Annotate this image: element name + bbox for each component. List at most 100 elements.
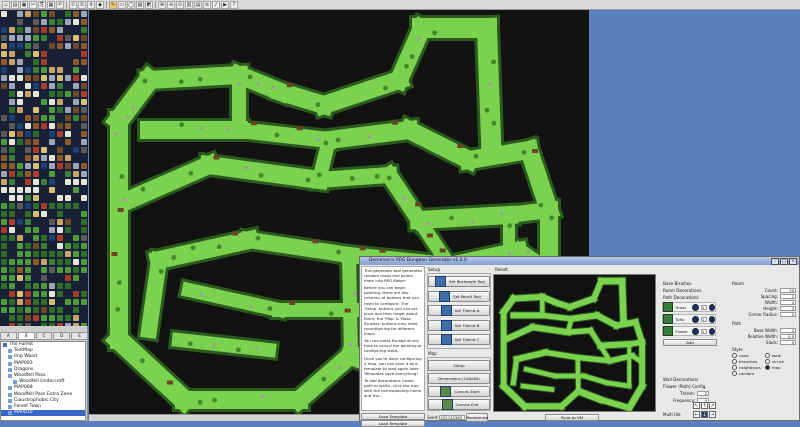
setup-button[interactable]: Set Pencil Tool [428,290,490,302]
style-option[interactable]: neighbours [732,365,761,370]
fill-icon[interactable]: ▧ [136,0,144,9]
copy-icon[interactable]: ⎘ [38,0,46,9]
tile [17,59,23,65]
path-field-input[interactable]: 0 [780,339,796,345]
tile [9,283,15,289]
radio-button[interactable] [765,365,770,370]
setup-button[interactable]: Set Tilemit C [428,334,490,346]
decoration-row[interactable]: Tufts 1 [662,314,716,324]
thresh-input[interactable]: 0 [697,390,709,396]
point-to-vm-button[interactable]: Point to VM [545,414,599,421]
decoration-count[interactable]: 1 [700,304,707,310]
layer3-icon[interactable]: ③ [87,0,95,9]
decoration-remove-icon[interactable] [708,303,715,311]
style-option[interactable]: walk [765,353,781,358]
radio-button[interactable] [732,365,737,370]
load-template-button[interactable]: Load Template [361,420,425,427]
arrow-right-icon[interactable]: → [709,411,716,418]
tileset-palette[interactable] [0,10,88,326]
resource-icon[interactable]: ▤ [194,0,202,9]
undo-icon[interactable]: ↶ [56,0,64,9]
decoration-count[interactable]: 1 [700,316,707,322]
bush [323,140,329,146]
script-icon[interactable]: ≡ [203,0,211,9]
layer1-icon[interactable]: ① [69,0,77,9]
radio-button[interactable] [732,359,737,364]
decoration-settings-icon[interactable] [692,327,699,335]
map-tree[interactable]: The Forest TestMap Imp Wood MAP003 Dragons Wo… [0,341,86,421]
palette-tab-a[interactable]: A [0,332,17,340]
arrow-up-left-icon[interactable]: ↖ [693,402,700,409]
close-icon[interactable]: × [789,258,797,265]
save-icon[interactable]: ▣ [20,0,28,9]
map-tree-item[interactable]: MAP010 [1,410,85,417]
setup-button[interactable]: Set Tilemit B [428,319,490,331]
path-field-input[interactable]: 0.5 [780,333,796,339]
layer2-icon[interactable]: ② [78,0,86,9]
add-decoration-button[interactable]: Add [663,339,717,346]
setup-button[interactable]: Set Tilemit A [428,305,490,317]
decoration-remove-icon[interactable] [708,315,715,323]
decoration-row[interactable]: Flower 1 [662,326,716,336]
style-option[interactable]: random [732,371,754,376]
tile [65,283,71,289]
shadow-icon[interactable]: ◩ [145,0,153,9]
decoration-remove-icon[interactable] [708,327,715,335]
map-button[interactable]: Dimensions (100x80) [428,373,490,384]
minimize-icon[interactable]: – [771,258,779,265]
palette-tab-b[interactable]: B [17,332,35,340]
zoom2-icon[interactable]: ⊖ [167,0,175,9]
paste-icon[interactable]: ▦ [47,0,55,9]
decoration-settings-icon[interactable] [692,303,699,311]
palette-tab-c[interactable]: C [35,332,53,340]
seed-input[interactable]: 932745389 [439,414,466,420]
radio-button[interactable] [765,359,770,364]
event-icon[interactable]: ◆ [96,0,104,9]
database-icon[interactable]: ▥ [185,0,193,9]
palette-tab-e[interactable]: E [71,332,88,340]
room-field-input[interactable]: 4 [780,305,796,311]
help-icon[interactable]: ? [230,0,238,9]
decoration-settings-icon[interactable] [692,315,699,323]
arrow-up-right-icon[interactable]: ↗ [709,402,716,409]
path-field-input[interactable]: 2 [780,327,796,333]
ellipse-icon[interactable]: ◯ [127,0,135,9]
radio-button[interactable] [732,353,737,358]
new-icon[interactable]: ▫ [2,0,10,9]
zoom1-icon[interactable]: ⊕ [158,0,166,9]
play-icon[interactable]: ▶ [221,0,229,9]
style-option[interactable]: circuit [765,359,784,364]
arrow-up-icon[interactable]: ↑ [701,402,708,409]
room-field-input[interactable]: 0 [780,311,796,317]
decoration-count[interactable]: 1 [700,328,707,334]
rock [200,126,204,130]
open-icon[interactable]: ▤ [11,0,19,9]
map-button[interactable]: Setup [428,360,490,371]
tile [49,27,55,33]
decoration-row[interactable]: Grass 1 [662,302,716,312]
room-field-input[interactable]: 30 [780,287,796,293]
style-option[interactable]: map [765,365,781,370]
maximize-icon[interactable]: □ [780,258,788,265]
map-button[interactable]: Canvas End [428,399,490,410]
tile [73,259,79,265]
arrow-left-icon[interactable]: ← [693,411,700,418]
arrow-down-icon[interactable]: ↓ [701,411,708,418]
radio-button[interactable] [732,371,737,376]
zoom3-icon[interactable]: ⊙ [176,0,184,9]
style-option[interactable]: none [732,353,749,358]
sound-icon[interactable]: ♪ [212,0,220,9]
room-field-input[interactable]: 4 [780,299,796,305]
randomize-button[interactable]: Randomize [466,412,489,422]
palette-tab-d[interactable]: D [53,332,71,340]
cut-icon[interactable]: ✂ [29,0,37,9]
pencil-icon[interactable]: ✎ [109,0,117,9]
map-button[interactable]: Canvas Start [428,386,490,397]
room-field-input[interactable]: 1 [780,293,796,299]
radio-button[interactable] [765,353,770,358]
style-option[interactable]: branches [732,359,757,364]
setup-button[interactable]: Set Rectangle Tool [428,276,490,287]
rect-icon[interactable]: ▭ [118,0,126,9]
dialog-title-bar[interactable]: Demenon's RPG Dungeon Generator v1.0.0 –… [360,257,799,265]
save-template-button[interactable]: Save Template [361,413,425,420]
